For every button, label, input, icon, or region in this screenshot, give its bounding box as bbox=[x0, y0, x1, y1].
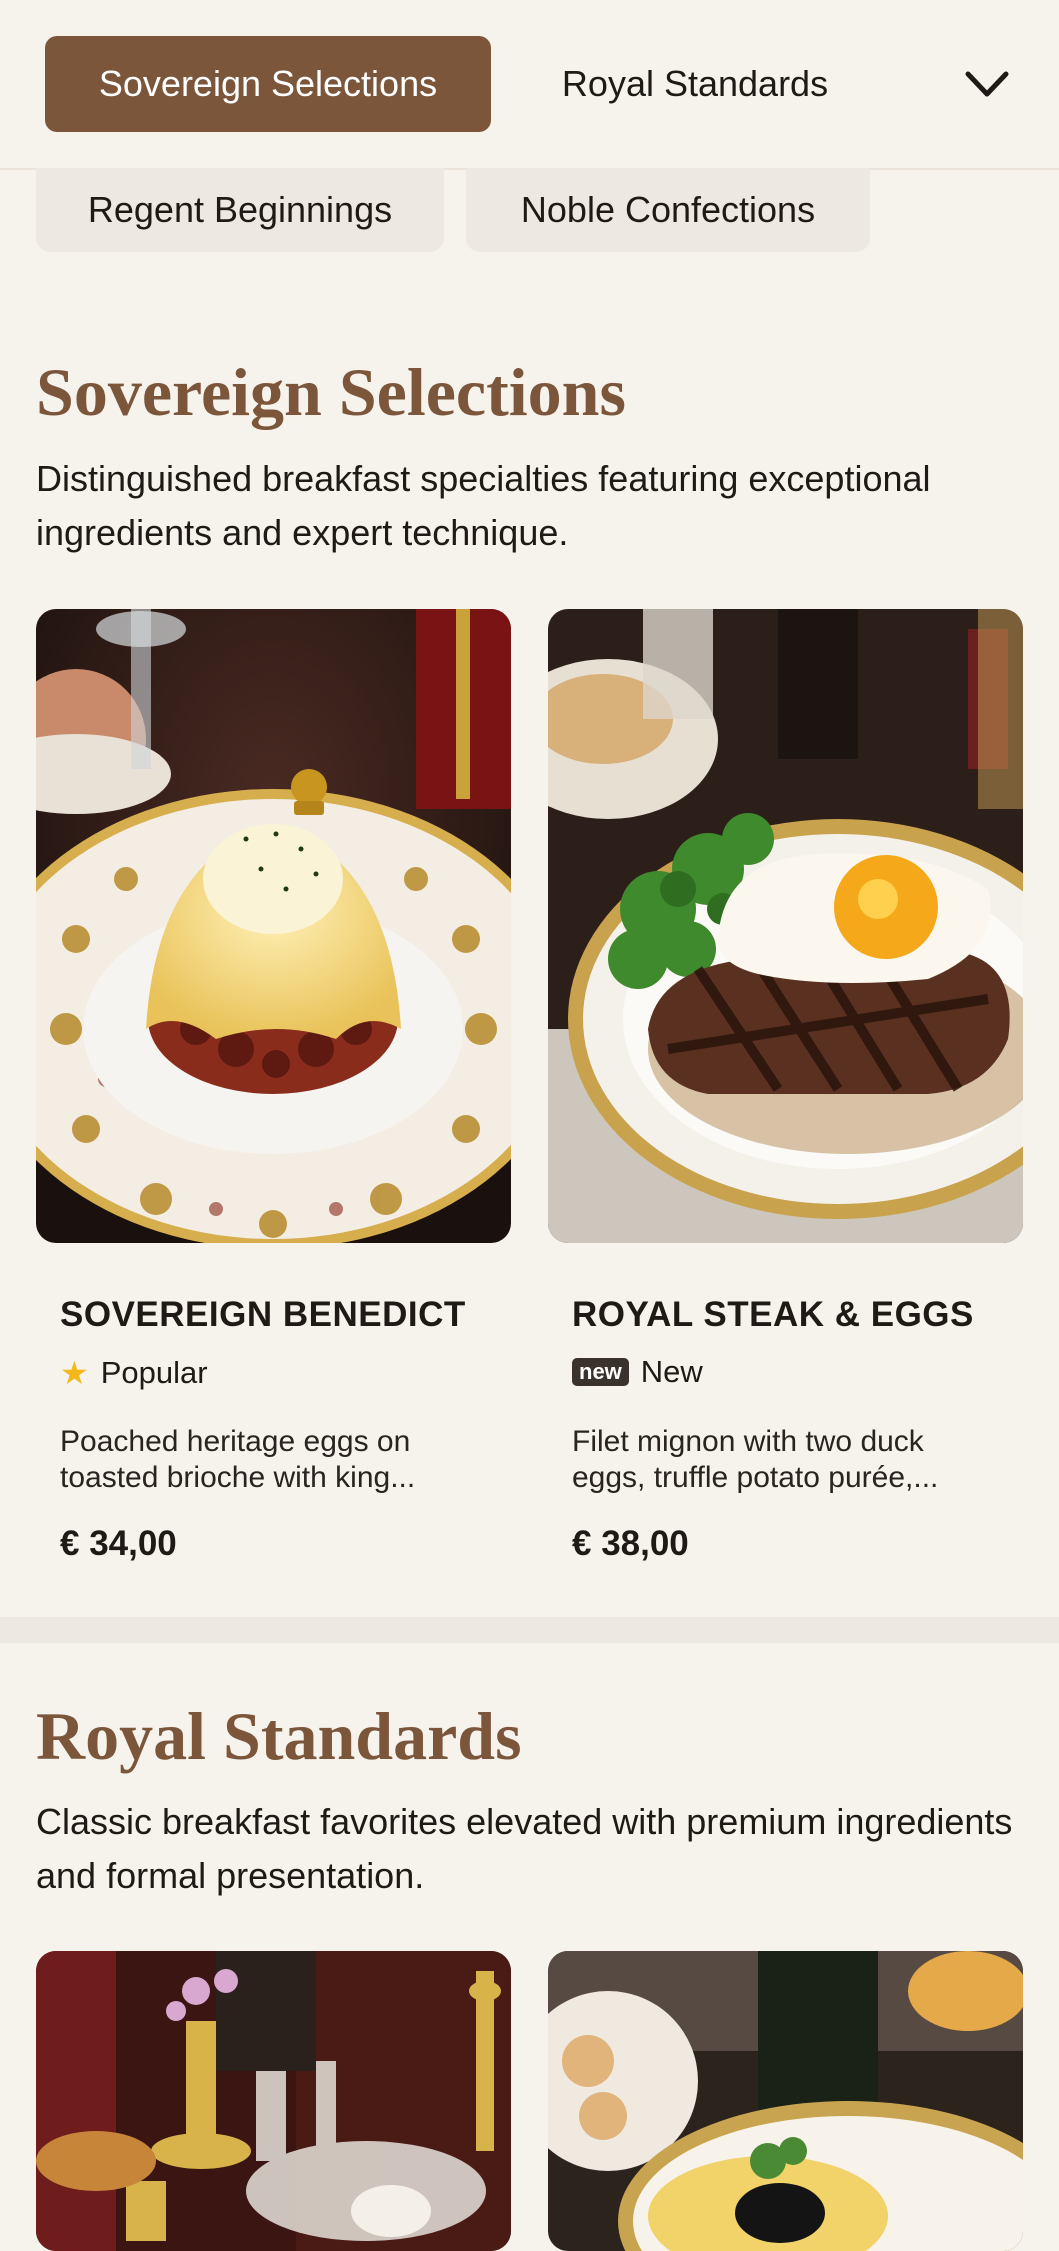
dish-photo bbox=[548, 609, 1023, 1243]
tab-regent-beginnings[interactable]: Regent Beginnings bbox=[36, 168, 444, 252]
dish-photo bbox=[548, 1951, 1023, 2251]
item-description: Filet mignon with two duck eggs, truffle… bbox=[572, 1425, 939, 1494]
section-description: Classic breakfast favorites elevated wit… bbox=[36, 1801, 1013, 1896]
chevron-down-icon[interactable] bbox=[960, 58, 1014, 112]
section-description: Distinguished breakfast specialties feat… bbox=[36, 458, 931, 553]
sovereign-benedict-image[interactable] bbox=[36, 609, 511, 1243]
royal-steak-eggs-image[interactable] bbox=[548, 609, 1023, 1243]
badge-label: Popular bbox=[100, 1355, 208, 1390]
item-price: € 34,00 bbox=[60, 1524, 177, 1563]
star-icon: ★ bbox=[60, 1355, 89, 1391]
badge-label: New bbox=[640, 1354, 703, 1389]
item-name[interactable]: ROYAL STEAK & EGGS bbox=[572, 1295, 974, 1335]
new-tag-icon: new bbox=[572, 1358, 629, 1386]
dish-photo bbox=[36, 1951, 511, 2251]
item-description: Poached heritage eggs on toasted brioche… bbox=[60, 1425, 416, 1494]
item-name[interactable]: SOVEREIGN BENEDICT bbox=[60, 1295, 466, 1335]
royal-standards-item-image[interactable] bbox=[36, 1951, 511, 2251]
section-divider bbox=[0, 1617, 1059, 1643]
category-tab-bar: Sovereign Selections Royal Standards bbox=[0, 0, 1059, 170]
tab-noble-confections[interactable]: Noble Confections bbox=[466, 168, 870, 252]
dish-photo bbox=[36, 609, 511, 1243]
section-title: Sovereign Selections bbox=[36, 354, 626, 430]
popular-badge: ★ Popular bbox=[60, 1354, 208, 1392]
tab-sovereign-selections[interactable]: Sovereign Selections bbox=[45, 36, 491, 132]
section-title: Royal Standards bbox=[36, 1698, 522, 1774]
new-badge: new New bbox=[572, 1354, 703, 1390]
tab-royal-standards[interactable]: Royal Standards bbox=[520, 36, 870, 132]
royal-standards-item-image[interactable] bbox=[548, 1951, 1023, 2251]
item-price: € 38,00 bbox=[572, 1524, 689, 1563]
